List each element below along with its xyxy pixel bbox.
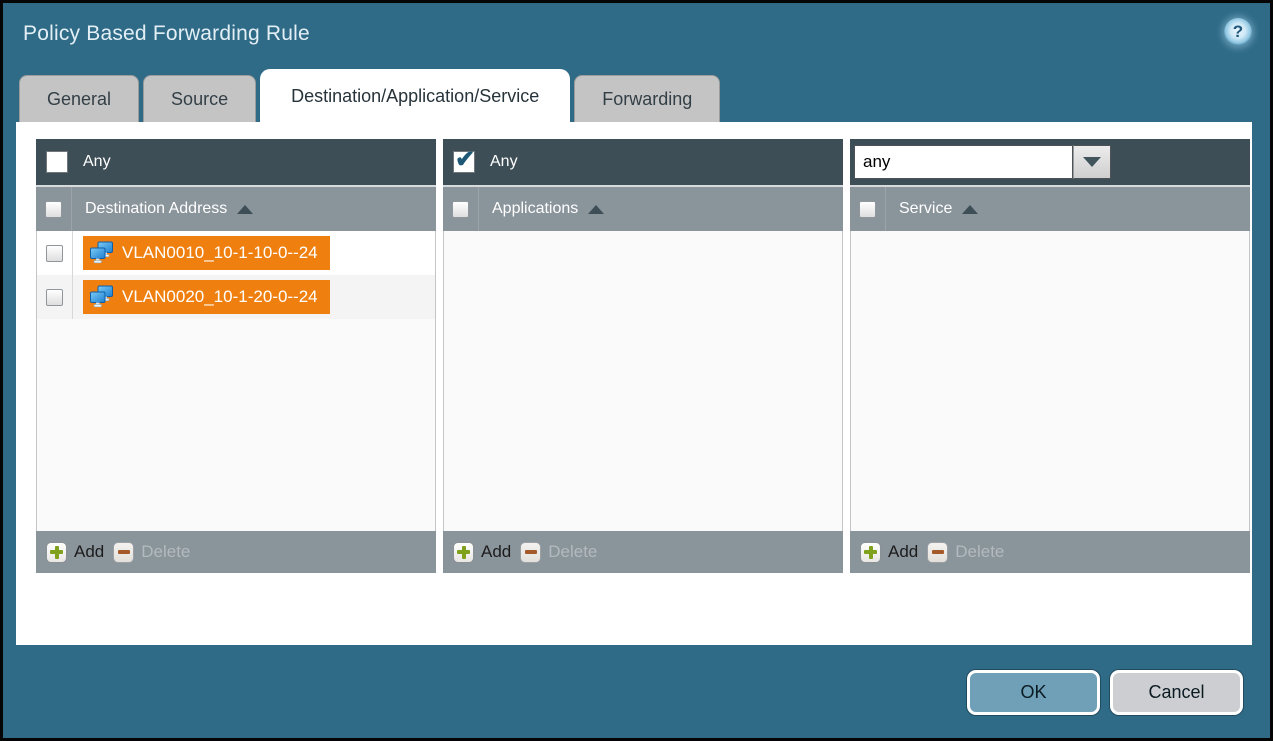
address-item[interactable]: VLAN0020_10-1-20-0--24	[83, 280, 330, 314]
help-icon[interactable]: ?	[1224, 18, 1252, 46]
delete-button[interactable]: Delete	[113, 542, 190, 563]
tab-bar: General Source Destination/Application/S…	[19, 69, 720, 122]
service-dropdown-bar: any	[850, 139, 1250, 185]
applications-toolbar: Add Delete	[443, 531, 843, 573]
dialog-title: Policy Based Forwarding Rule	[23, 22, 310, 46]
destination-toolbar: Add Delete	[36, 531, 436, 573]
destination-select-all-checkbox[interactable]	[45, 201, 62, 218]
applications-header: Applications	[443, 185, 843, 231]
address-item-label: VLAN0020_10-1-20-0--24	[122, 287, 318, 307]
cancel-button[interactable]: Cancel	[1110, 670, 1243, 715]
address-item[interactable]: VLAN0010_10-1-10-0--24	[83, 236, 330, 270]
add-button[interactable]: Add	[46, 542, 104, 563]
add-button-label: Add	[888, 542, 918, 562]
add-plus-icon	[46, 542, 67, 563]
service-header: Service	[850, 185, 1250, 231]
destination-address-column: Any Destination Address	[36, 139, 436, 573]
row-checkbox-gutter	[37, 275, 73, 319]
service-dropdown-value[interactable]: any	[854, 145, 1073, 179]
applications-select-all-checkbox[interactable]	[452, 201, 469, 218]
dialog-footer-buttons: OK Cancel	[967, 670, 1243, 715]
applications-list	[443, 231, 843, 531]
destination-address-list: VLAN0010_10-1-10-0--24	[36, 231, 436, 531]
delete-button[interactable]: Delete	[927, 542, 1004, 563]
delete-button-label: Delete	[548, 542, 597, 562]
destination-any-label: Any	[83, 153, 111, 171]
network-computers-icon	[89, 285, 114, 309]
delete-button-label: Delete	[955, 542, 1004, 562]
service-list	[850, 231, 1250, 531]
service-header-label: Service	[899, 200, 952, 218]
applications-column: Any Applications Add	[443, 139, 843, 573]
table-row[interactable]: VLAN0010_10-1-10-0--24	[37, 231, 435, 275]
chevron-down-icon	[1083, 157, 1101, 167]
delete-button[interactable]: Delete	[520, 542, 597, 563]
header-checkbox-gutter	[443, 187, 479, 231]
sort-asc-icon[interactable]	[588, 205, 604, 214]
sort-asc-icon[interactable]	[237, 205, 253, 214]
table-row[interactable]: VLAN0020_10-1-20-0--24	[37, 275, 435, 319]
header-checkbox-gutter	[850, 187, 886, 231]
destination-any-checkbox[interactable]	[46, 151, 68, 173]
applications-any-checkbox[interactable]	[453, 151, 475, 173]
delete-button-label: Delete	[141, 542, 190, 562]
service-dropdown: any	[854, 145, 1111, 179]
service-column: any Service	[850, 139, 1250, 573]
row-checkbox[interactable]	[46, 289, 63, 306]
tab-general[interactable]: General	[19, 75, 139, 122]
policy-based-forwarding-dialog: Policy Based Forwarding Rule ? General S…	[0, 0, 1273, 741]
destination-address-header: Destination Address	[36, 185, 436, 231]
service-select-all-checkbox[interactable]	[859, 201, 876, 218]
ok-button[interactable]: OK	[967, 670, 1100, 715]
dialog-titlebar: Policy Based Forwarding Rule ?	[3, 3, 1270, 67]
service-toolbar: Add Delete	[850, 531, 1250, 573]
row-checkbox[interactable]	[46, 245, 63, 262]
address-item-label: VLAN0010_10-1-10-0--24	[122, 243, 318, 263]
add-button[interactable]: Add	[860, 542, 918, 563]
add-plus-icon	[453, 542, 474, 563]
sort-asc-icon[interactable]	[962, 205, 978, 214]
network-computers-icon	[89, 241, 114, 265]
tab-forwarding[interactable]: Forwarding	[574, 75, 720, 122]
row-checkbox-gutter	[37, 231, 73, 275]
tab-source[interactable]: Source	[143, 75, 256, 122]
applications-any-label: Any	[490, 153, 518, 171]
add-button[interactable]: Add	[453, 542, 511, 563]
columns-container: Any Destination Address	[36, 139, 1250, 573]
tab-content-panel: Any Destination Address	[16, 122, 1252, 645]
delete-minus-icon	[520, 542, 541, 563]
applications-header-label: Applications	[492, 200, 578, 218]
header-checkbox-gutter	[36, 187, 72, 231]
destination-address-header-label: Destination Address	[85, 200, 227, 218]
service-dropdown-button[interactable]	[1073, 145, 1111, 179]
delete-minus-icon	[113, 542, 134, 563]
tab-destination-application-service[interactable]: Destination/Application/Service	[260, 69, 570, 122]
applications-any-bar: Any	[443, 139, 843, 185]
add-plus-icon	[860, 542, 881, 563]
add-button-label: Add	[74, 542, 104, 562]
delete-minus-icon	[927, 542, 948, 563]
add-button-label: Add	[481, 542, 511, 562]
destination-any-bar: Any	[36, 139, 436, 185]
